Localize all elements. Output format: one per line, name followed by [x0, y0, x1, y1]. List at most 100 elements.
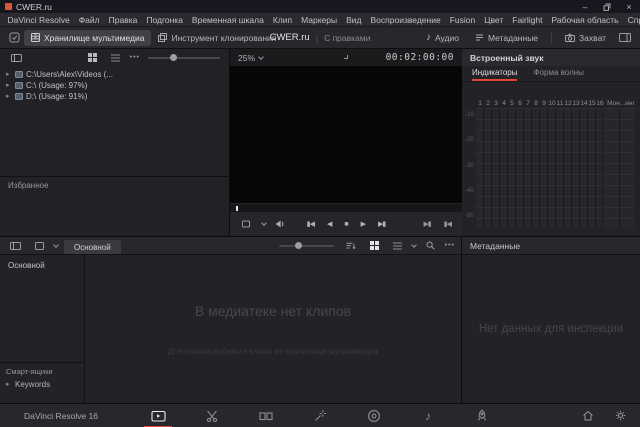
sort-icon[interactable] — [342, 240, 360, 252]
close-button[interactable]: × — [618, 0, 640, 13]
menu-item[interactable]: Клип — [268, 15, 296, 25]
channel-number: 10 — [548, 100, 556, 107]
channel-number: 9 — [540, 100, 548, 107]
capture-button[interactable]: Захват — [558, 30, 613, 46]
play-reverse-button[interactable]: ◀ — [324, 219, 334, 230]
clip-size-slider[interactable] — [279, 245, 334, 247]
drive-icon — [15, 82, 23, 89]
clip-options-dropdown[interactable] — [238, 218, 256, 230]
bin-tab-main[interactable]: Основной — [64, 240, 121, 254]
thumbnail-size-slider[interactable] — [148, 57, 220, 59]
cut-page-icon[interactable] — [201, 405, 223, 427]
bin-list-toggle-icon[interactable] — [6, 240, 25, 252]
disclosure-icon[interactable]: ▸ — [6, 71, 12, 78]
bin-item[interactable]: Основной — [0, 259, 84, 272]
metadata-panel-button[interactable]: Метаданные — [468, 30, 545, 46]
menu-item[interactable]: Вид — [342, 15, 366, 25]
slider-handle[interactable] — [170, 54, 177, 61]
channel-meters — [476, 108, 601, 229]
keywords-item[interactable]: ▸ Keywords — [0, 378, 84, 403]
menu-item[interactable]: Воспроизведение — [366, 15, 445, 25]
titlebar: CWER.ru – × — [0, 0, 640, 13]
disclosure-icon[interactable]: ▸ — [6, 93, 12, 100]
panel-toggle-icon[interactable] — [7, 52, 26, 64]
fairlight-page-icon[interactable]: ♪ — [417, 405, 439, 427]
viewer-scrubber[interactable] — [230, 203, 462, 212]
menu-item[interactable]: Fusion — [445, 15, 480, 25]
checkbox-icon[interactable] — [5, 30, 24, 45]
chevron-down-icon[interactable] — [261, 220, 267, 226]
channel-number: 15 — [588, 100, 596, 107]
jump-to-in-button[interactable]: ▶▮ — [421, 219, 434, 230]
channel-number: 8 — [532, 100, 540, 107]
cabinet-icon — [31, 33, 40, 42]
storage-tree-item[interactable]: ▸ C:\ (Usage: 97%) — [0, 80, 229, 91]
menu-item[interactable]: Рабочая область — [547, 15, 623, 25]
menu-item[interactable]: Маркеры — [297, 15, 342, 25]
playhead-marker[interactable] — [236, 206, 238, 211]
viewer-source-dropdown-icon[interactable] — [344, 55, 348, 59]
toolbar-divider — [551, 32, 552, 44]
goto-first-button[interactable]: ▮◀ — [304, 219, 317, 230]
audio-tab[interactable]: Форма волны — [533, 68, 583, 81]
panel-layout-icon[interactable] — [615, 31, 635, 44]
media-storage-button[interactable]: Хранилище мультимедиа — [24, 30, 151, 46]
more-options-icon[interactable]: ••• — [130, 54, 140, 61]
jump-to-out-button[interactable]: ▮◀ — [441, 219, 454, 230]
menu-item[interactable]: Правка — [104, 15, 142, 25]
chevron-down-icon[interactable] — [53, 242, 59, 248]
disclosure-icon[interactable]: ▸ — [6, 381, 12, 388]
menu-item[interactable]: Файл — [74, 15, 104, 25]
speaker-icon[interactable] — [272, 218, 289, 230]
main-toolbar: Хранилище мультимедиа Инструмент клониро… — [0, 27, 640, 49]
storage-item-label: C:\ (Usage: 97%) — [26, 81, 87, 90]
audio-panel-header: Встроенный звук — [462, 49, 640, 66]
menu-item[interactable]: DaVinci Resolve — [3, 15, 74, 25]
list-view-icon[interactable] — [107, 52, 124, 64]
slider-handle[interactable] — [295, 242, 302, 249]
deliver-page-icon[interactable] — [471, 405, 493, 427]
page-navigation: ♪ — [147, 405, 493, 427]
storage-tree-item[interactable]: ▸ C:\Users\Alex\Videos (... — [0, 69, 229, 80]
media-page-icon[interactable] — [147, 405, 169, 427]
search-icon[interactable] — [422, 239, 439, 252]
chevron-down-icon[interactable] — [411, 242, 417, 248]
top-section: ••• ▸ C:\Users\Alex\Videos (... ▸ C:\ (U… — [0, 49, 640, 237]
channel-number: 5 — [508, 100, 516, 107]
viewer-display[interactable] — [230, 66, 462, 203]
zoom-dropdown[interactable]: 25% — [238, 53, 263, 63]
menu-item[interactable]: Справка — [623, 15, 640, 25]
list-view-icon[interactable] — [389, 240, 406, 252]
home-icon[interactable] — [578, 408, 598, 423]
bin-view-icon[interactable] — [31, 240, 48, 252]
audio-tab[interactable]: Индикаторы — [472, 68, 517, 81]
goto-last-button[interactable]: ▶▮ — [375, 219, 388, 230]
settings-gear-icon[interactable] — [611, 408, 630, 423]
menu-item[interactable]: Цвет — [480, 15, 508, 25]
audio-panel-button[interactable]: ♪ Аудио — [419, 30, 466, 46]
play-button[interactable]: ▶ — [358, 219, 368, 230]
more-options-icon[interactable]: ••• — [445, 242, 455, 249]
clips-empty-area[interactable]: В медиатеке нет клипов Для начала добавь… — [85, 255, 461, 403]
audio-tabs: Индикаторы Форма волны — [462, 66, 640, 82]
minimize-button[interactable]: – — [574, 0, 596, 13]
maximize-button[interactable] — [596, 0, 618, 13]
fusion-page-icon[interactable] — [309, 405, 331, 427]
disclosure-icon[interactable]: ▸ — [6, 82, 12, 89]
edit-page-icon[interactable] — [255, 405, 277, 427]
stop-button[interactable]: ■ — [341, 219, 350, 230]
db-label: -40 — [465, 188, 474, 194]
grid-view-icon[interactable] — [366, 239, 383, 252]
color-page-icon[interactable] — [363, 405, 385, 427]
storage-tree-item[interactable]: ▸ D:\ (Usage: 91%) — [0, 91, 229, 102]
db-label: -50 — [465, 213, 474, 219]
thumbnail-view-icon[interactable] — [84, 51, 101, 64]
menu-item[interactable]: Временная шкала — [187, 15, 268, 25]
channel-number: 13 — [572, 100, 580, 107]
channel-number: 7 — [524, 100, 532, 107]
clone-tool-button[interactable]: Инструмент клонирования — [151, 30, 283, 46]
music-note-icon: ♪ — [425, 410, 431, 422]
menu-item[interactable]: Fairlight — [508, 15, 547, 25]
meters-row: -10-20-30-40-50 — [465, 108, 635, 229]
menu-item[interactable]: Подгонка — [142, 15, 188, 25]
